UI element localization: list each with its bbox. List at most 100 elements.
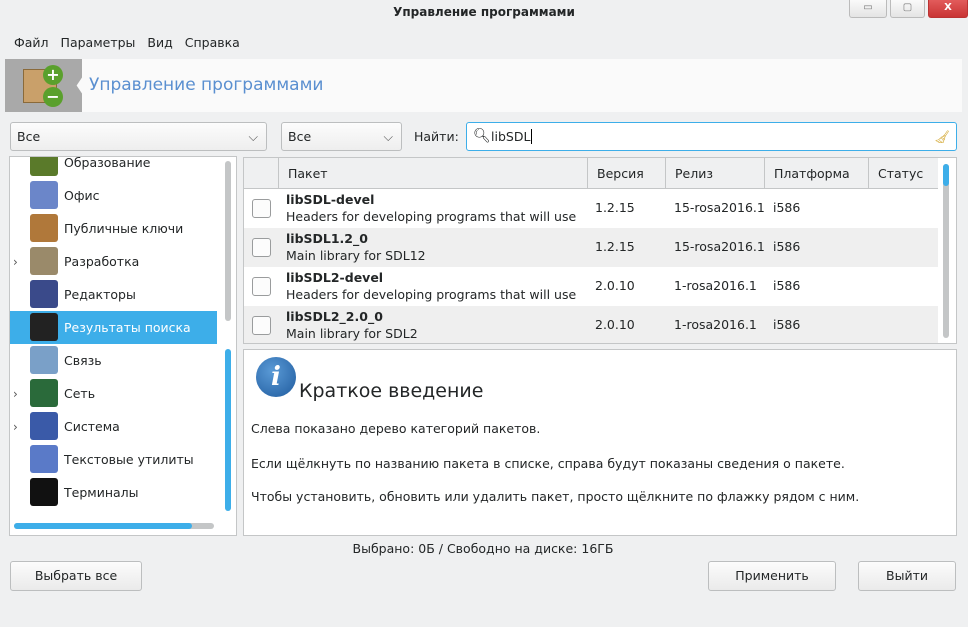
package-release: 1-rosa2016.1: [674, 317, 757, 332]
table-row[interactable]: libSDL1.2_0 Main library for SDL12 1.2.1…: [244, 228, 938, 267]
table-scrollbar-thumb[interactable]: [943, 164, 949, 186]
column-release[interactable]: Релиз: [665, 158, 764, 189]
category-icon: [30, 247, 58, 275]
window-title: Управление программами: [393, 5, 575, 19]
menu-file[interactable]: Файл: [8, 34, 55, 52]
banner-title: Управление программами: [89, 75, 324, 95]
package-version: 2.0.10: [595, 317, 635, 332]
chevron-down-icon: ⌵: [248, 129, 258, 144]
package-release: 15-rosa2016.1: [674, 200, 765, 215]
chevron-down-icon: ⌵: [383, 129, 393, 144]
package-version: 2.0.10: [595, 278, 635, 293]
chevron-right-icon[interactable]: ›: [13, 387, 18, 401]
tree-item-label: Связь: [64, 353, 102, 368]
tree-item-label: Редакторы: [64, 287, 136, 302]
tree-item-label: Офис: [64, 188, 100, 203]
tree-item[interactable]: › Разработка: [10, 245, 217, 278]
tree-item-label: Результаты поиска: [64, 320, 191, 335]
maximize-button[interactable]: ▢: [890, 0, 925, 18]
tree-item[interactable]: Офис: [10, 179, 217, 212]
category-icon: [30, 346, 58, 374]
package-version: 1.2.15: [595, 200, 635, 215]
tree-vscrollbar-thumb[interactable]: [225, 349, 231, 511]
tree-item[interactable]: Публичные ключи: [10, 212, 217, 245]
package-name: libSDL1.2_0: [286, 231, 368, 246]
menu-help[interactable]: Справка: [179, 34, 246, 52]
column-version[interactable]: Версия: [587, 158, 665, 189]
table-row[interactable]: libSDL-devel Headers for developing prog…: [244, 189, 938, 228]
package-description: Headers for developing programs that wil…: [286, 209, 578, 224]
info-title: Краткое введение: [299, 380, 484, 402]
package-checkbox[interactable]: [252, 199, 271, 218]
table-row[interactable]: libSDL2_2.0_0 Main library for SDL2 2.0.…: [244, 306, 938, 343]
category-icon: [30, 157, 58, 176]
category-tree: Образование Офис Публичные ключи › Разработк…: [9, 156, 237, 536]
category-icon: [30, 445, 58, 473]
tree-item-label: Текстовые утилиты: [64, 452, 194, 467]
info-line-2: Если щёлкнуть по названию пакета в списк…: [251, 456, 845, 471]
state-filter-select[interactable]: Все ⌵: [281, 122, 402, 151]
package-platform: i586: [773, 200, 801, 215]
package-description: Headers for developing programs that wil…: [286, 287, 578, 302]
chevron-right-icon[interactable]: ›: [13, 255, 18, 269]
tree-item[interactable]: Текстовые утилиты: [10, 443, 217, 476]
close-button[interactable]: X: [928, 0, 968, 18]
category-icon: [30, 280, 58, 308]
chevron-right-icon[interactable]: ›: [13, 420, 18, 434]
status-text: Выбрано: 0Б / Свободно на диске: 16ГБ: [352, 541, 614, 556]
package-version: 1.2.15: [595, 239, 635, 254]
search-input[interactable]: 🔍︎ libSDL 🧹︎: [466, 122, 957, 151]
clear-broom-icon[interactable]: 🧹︎: [934, 123, 950, 150]
column-package[interactable]: Пакет: [278, 158, 587, 189]
info-icon: i: [256, 357, 296, 397]
tree-item-label: Терминалы: [64, 485, 139, 500]
tree-item[interactable]: Терминалы: [10, 476, 217, 509]
column-platform[interactable]: Платформа: [764, 158, 868, 189]
package-description: Main library for SDL12: [286, 248, 426, 263]
table-row[interactable]: libSDL2-devel Headers for developing pro…: [244, 267, 938, 306]
search-label: Найти:: [414, 129, 459, 144]
category-icon: [30, 181, 58, 209]
package-name: libSDL2_2.0_0: [286, 309, 383, 324]
tree-item[interactable]: › Система: [10, 410, 217, 443]
quit-button[interactable]: Выйти: [858, 561, 956, 591]
group-filter-select[interactable]: Все ⌵: [10, 122, 267, 151]
tree-item-label: Система: [64, 419, 120, 434]
category-icon: [30, 478, 58, 506]
package-checkbox[interactable]: [252, 277, 271, 296]
package-table: Пакет Версия Релиз Платформа Статус libS…: [243, 157, 957, 344]
tree-item[interactable]: › Сеть: [10, 377, 217, 410]
banner: + − Управление программами: [5, 59, 962, 112]
package-platform: i586: [773, 239, 801, 254]
table-header: Пакет Версия Релиз Платформа Статус: [244, 158, 938, 189]
tree-item-label: Публичные ключи: [64, 221, 184, 236]
group-filter-value: Все: [17, 129, 41, 144]
table-scrollbar-track[interactable]: [943, 164, 949, 338]
category-icon: [30, 214, 58, 242]
tree-item-label: Сеть: [64, 386, 96, 401]
package-platform: i586: [773, 278, 801, 293]
tree-item[interactable]: Результаты поиска: [10, 311, 217, 344]
info-line-3: Чтобы установить, обновить или удалить п…: [251, 489, 860, 504]
tree-item[interactable]: Связь: [10, 344, 217, 377]
tree-scrollbar-track[interactable]: [225, 161, 231, 321]
package-name: libSDL-devel: [286, 192, 375, 207]
info-line-1: Слева показано дерево категорий пакетов.: [251, 421, 541, 436]
category-icon: [30, 379, 58, 407]
menu-bar: Файл Параметры Вид Справка: [8, 34, 246, 52]
apply-button[interactable]: Применить: [708, 561, 836, 591]
menu-view[interactable]: Вид: [141, 34, 178, 52]
search-value: libSDL: [491, 129, 531, 144]
tree-item-label: Образование: [64, 156, 151, 170]
tree-item[interactable]: Образование: [10, 156, 217, 179]
category-icon: [30, 313, 58, 341]
select-all-button[interactable]: Выбрать все: [10, 561, 142, 591]
column-status[interactable]: Статус: [868, 158, 938, 189]
package-checkbox[interactable]: [252, 316, 271, 335]
tree-hscrollbar-thumb[interactable]: [14, 523, 192, 529]
menu-settings[interactable]: Параметры: [55, 34, 142, 52]
package-description: Main library for SDL2: [286, 326, 418, 341]
package-checkbox[interactable]: [252, 238, 271, 257]
minimize-button[interactable]: ▭: [849, 0, 887, 18]
tree-item[interactable]: Редакторы: [10, 278, 217, 311]
